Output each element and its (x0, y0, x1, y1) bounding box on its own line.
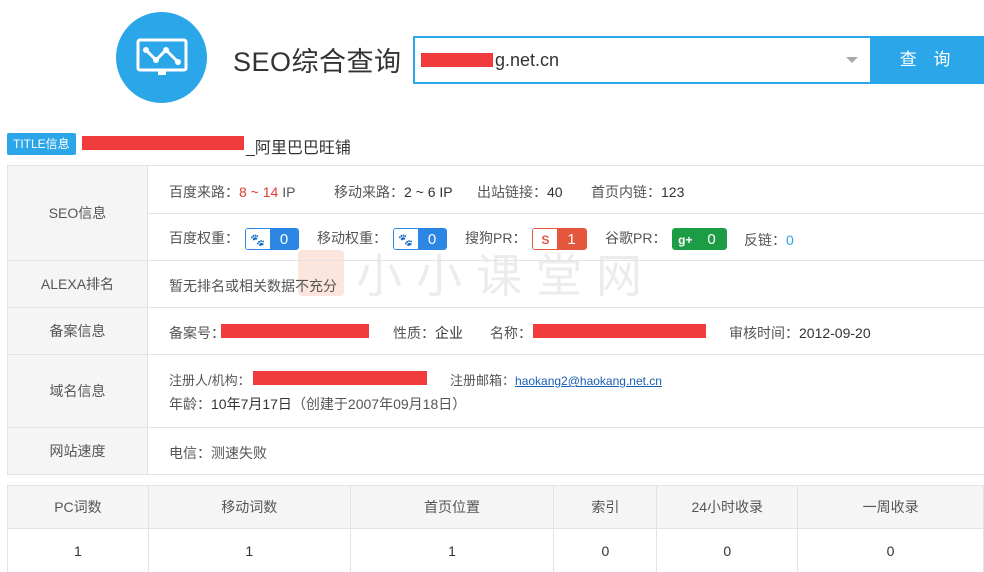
baidu-weight-badge[interactable]: 🐾 0 (244, 228, 300, 251)
alexa-row: ALEXA排名 暂无排名或相关数据不充分 (7, 261, 984, 308)
stats-cell: 1 (7, 528, 149, 572)
stats-cell: 0 (797, 528, 984, 572)
mobile-weight-badge[interactable]: 🐾 0 (392, 228, 448, 251)
domain-row: 域名信息 注册人/机构： 注册邮箱：haokang2@haokang.net.c… (7, 355, 984, 428)
sogou-pr-badge[interactable]: S1 (532, 228, 587, 251)
search-button[interactable]: 查 询 (872, 36, 984, 84)
registrant: 注册人/机构： (169, 373, 251, 388)
redaction-bar (82, 136, 244, 150)
icp-audit: 审核时间：2012-09-20 (729, 325, 871, 341)
redaction-bar (533, 324, 706, 338)
page-title: SEO综合查询 (233, 47, 402, 77)
icp-number: 备案号： (169, 325, 225, 341)
stats-header: 24小时收录 (656, 485, 799, 529)
stats-cell: 0 (656, 528, 799, 572)
domain-age: 年龄：10年7月17日（创建于2007年09月18日） (169, 396, 467, 412)
baidu-traffic: 百度来路：8 ~ 14 IP (169, 184, 296, 200)
icp-row: 备案信息 备案号： 性质：企业 名称： 审核时间：2012-09-20 (7, 308, 984, 355)
stats-header: 首页位置 (349, 485, 555, 529)
icp-label: 备案信息 (7, 308, 148, 354)
stats-header-row: PC词数 移动词数 首页位置 索引 24小时收录 一周收录 (7, 485, 984, 529)
google-plus-icon: g+ (673, 229, 698, 250)
backlinks: 反链：0 (744, 232, 794, 248)
stats-table: PC词数 移动词数 首页位置 索引 24小时收录 一周收录 1 1 1 0 0 … (7, 485, 984, 572)
redaction-bar (253, 371, 427, 385)
speed-label: 网站速度 (7, 428, 148, 474)
seo-label: SEO信息 (7, 166, 148, 260)
title-badge: TITLE信息 (7, 133, 76, 155)
title-text: _阿里巴巴旺铺 (246, 140, 351, 157)
stats-header: 索引 (553, 485, 658, 529)
redaction-bar (221, 324, 369, 338)
google-pr: 谷歌PR： g+ 0 (605, 228, 727, 251)
outlinks: 出站链接：40 (477, 184, 563, 200)
mobile-weight: 移动权重： 🐾 0 (317, 228, 448, 251)
stats-header: 移动词数 (147, 485, 351, 529)
icp-name: 名称： (490, 325, 532, 341)
monitor-chart-icon (136, 38, 188, 75)
registrant-email: 注册邮箱：haokang2@haokang.net.cn (450, 373, 662, 388)
baidu-weight: 百度权重： 🐾 0 (169, 228, 300, 251)
stats-header: 一周收录 (797, 485, 984, 529)
sogou-pr: 搜狗PR： S1 (465, 228, 587, 251)
email-link[interactable]: haokang2@haokang.net.cn (515, 374, 662, 388)
alexa-label: ALEXA排名 (7, 261, 148, 307)
speed-value: 电信：测速失败 (169, 445, 267, 461)
speed-row: 网站速度 电信：测速失败 (7, 428, 984, 475)
alexa-value: 暂无排名或相关数据不充分 (169, 278, 337, 294)
chevron-down-icon[interactable] (846, 57, 858, 63)
backlinks-link[interactable]: 0 (786, 232, 794, 248)
homepage-links: 首页内链：123 (591, 184, 685, 200)
seo-row: SEO信息 百度来路：8 ~ 14 IP 移动来路：2 ~ 6 IP 出站链接：… (7, 166, 984, 261)
stats-header: PC词数 (7, 485, 149, 529)
paw-icon: 🐾 (245, 229, 270, 250)
stats-cell: 1 (147, 528, 351, 572)
table-row: 1 1 1 0 0 0 (7, 528, 984, 572)
paw-mobile-icon: 🐾 (393, 229, 418, 250)
info-table: SEO信息 百度来路：8 ~ 14 IP 移动来路：2 ~ 6 IP 出站链接：… (7, 165, 984, 475)
domain-label: 域名信息 (7, 355, 148, 427)
site-logo (116, 12, 207, 103)
redaction-bar (421, 53, 493, 67)
icp-type: 性质：企业 (393, 325, 463, 341)
google-pr-badge[interactable]: g+ 0 (672, 228, 727, 251)
mobile-traffic: 移动来路：2 ~ 6 IP (334, 184, 453, 200)
sogou-icon: S (533, 229, 558, 250)
stats-cell: 0 (553, 528, 658, 572)
stats-cell: 1 (349, 528, 555, 572)
